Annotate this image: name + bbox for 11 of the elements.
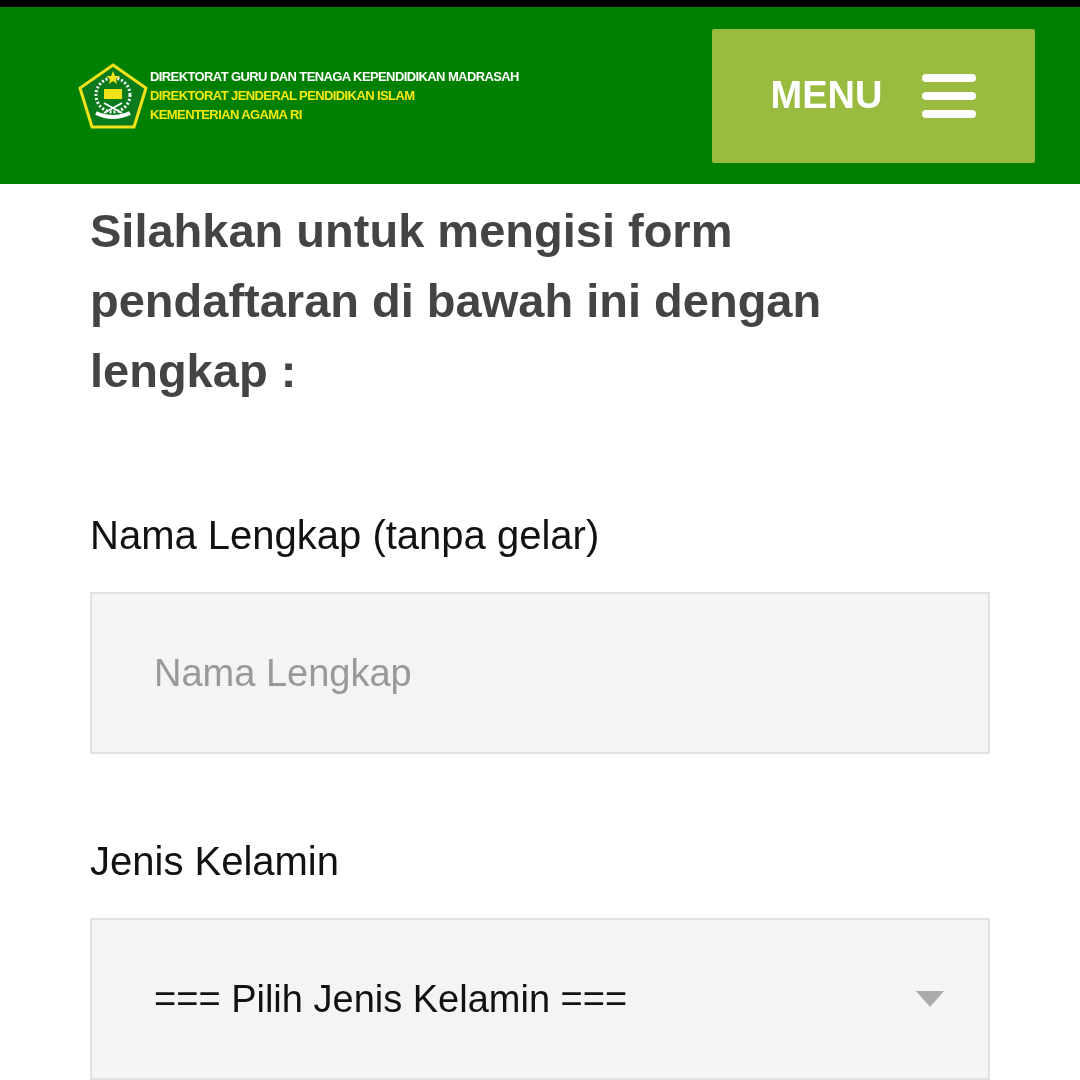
- menu-icon: [922, 73, 977, 118]
- logo-text: KEMENTERIAN AGAMA RI: [150, 106, 303, 125]
- field-label: Jenis Kelamin: [90, 838, 340, 885]
- form-intro: Silahkan untuk mengisi form pendaftaran di bawah ini dengan lengkap :: [90, 203, 823, 399]
- field-label: Nama Lengkap (tanpa gelar): [90, 512, 601, 559]
- gender-select[interactable]: === Pilih Jenis Kelamin ===: [90, 918, 990, 1080]
- logo-text: DIREKTORAT GURU DAN TENAGA KEPENDIDIKAN MADRASAH: [150, 68, 519, 87]
- name-input[interactable]: Nama Lengkap: [90, 592, 990, 754]
- caret-icon: [916, 991, 944, 1007]
- logo-text: DIREKTORAT JENDERAL PENDIDIKAN ISLAM: [150, 87, 416, 106]
- emblem-icon: [78, 62, 148, 129]
